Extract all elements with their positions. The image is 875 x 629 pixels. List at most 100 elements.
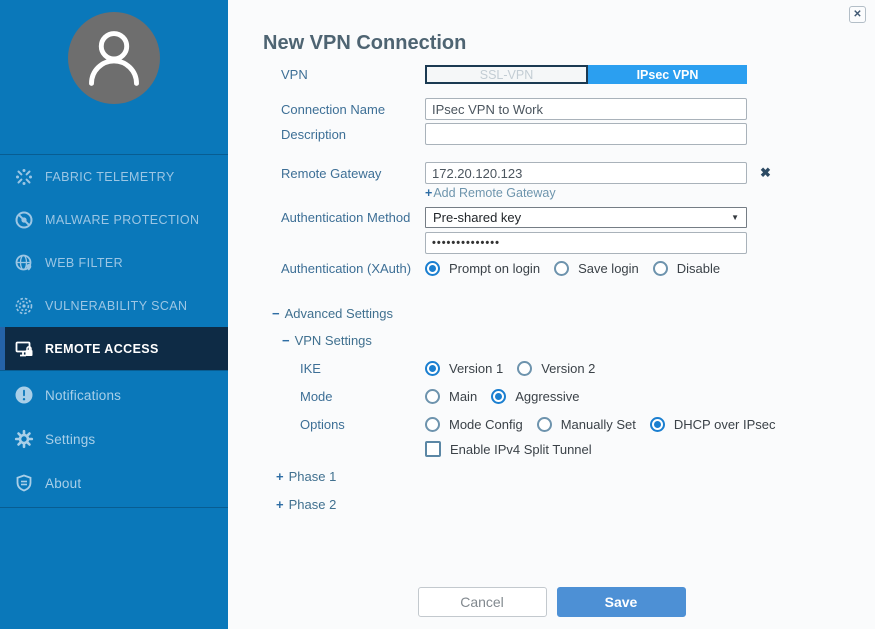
ike-label: IKE xyxy=(281,361,425,376)
radio-mode-config[interactable]: Mode Config xyxy=(425,417,523,432)
sidebar-item-label: VULNERABILITY SCAN xyxy=(45,299,187,313)
connection-name-input[interactable] xyxy=(425,98,747,120)
connection-name-label: Connection Name xyxy=(281,102,425,117)
sidebar-item-label: MALWARE PROTECTION xyxy=(45,213,199,227)
advanced-settings-label: Advanced Settings xyxy=(285,306,393,321)
description-label: Description xyxy=(281,127,425,142)
sidebar-item-malware-protection[interactable]: MALWARE PROTECTION xyxy=(0,198,228,241)
remote-gateway-label: Remote Gateway xyxy=(281,166,425,181)
radio-prompt-on-login[interactable]: Prompt on login xyxy=(425,261,540,276)
options-label: Options xyxy=(281,417,425,432)
add-remote-gateway-label: Add Remote Gateway xyxy=(433,186,555,200)
auth-method-select[interactable]: Pre-shared key ▼ xyxy=(425,207,747,228)
phase-2-expander[interactable]: + Phase 2 xyxy=(276,497,837,512)
pre-shared-key-row xyxy=(281,232,837,254)
sidebar-item-about[interactable]: About xyxy=(0,461,228,505)
split-tunnel-label: Enable IPv4 Split Tunnel xyxy=(450,442,592,457)
radio-ike-version-2[interactable]: Version 2 xyxy=(517,361,595,376)
vulnerability-scan-icon xyxy=(14,296,34,316)
sidebar-item-label: WEB FILTER xyxy=(45,256,123,270)
primary-nav: FABRIC TELEMETRY MALWARE PROTECTION xyxy=(0,155,228,370)
xauth-label: Authentication (XAuth) xyxy=(281,261,425,276)
radio-manually-set[interactable]: Manually Set xyxy=(537,417,636,432)
description-row: Description xyxy=(281,123,837,145)
mode-row: Mode Main Aggressive xyxy=(281,389,837,404)
sidebar-item-web-filter[interactable]: WEB FILTER xyxy=(0,241,228,284)
radio-dhcp-over-ipsec[interactable]: DHCP over IPsec xyxy=(650,417,776,432)
avatar[interactable] xyxy=(68,12,160,104)
sidebar: FABRIC TELEMETRY MALWARE PROTECTION xyxy=(0,0,228,629)
auth-method-row: Authentication Method Pre-shared key ▼ xyxy=(281,207,837,228)
pre-shared-key-input[interactable] xyxy=(425,232,747,254)
phase-2-label: Phase 2 xyxy=(289,497,337,512)
vpn-settings-label: VPN Settings xyxy=(295,333,372,348)
collapse-icon: − xyxy=(282,333,290,348)
options-row: Options Mode Config Manually Set DHCP ov… xyxy=(281,417,837,432)
save-button[interactable]: Save xyxy=(557,587,686,617)
sidebar-item-notifications[interactable]: Notifications xyxy=(0,373,228,417)
expand-icon: + xyxy=(276,497,284,512)
checkbox-icon xyxy=(425,441,441,457)
radio-selected-icon xyxy=(425,361,440,376)
radio-icon xyxy=(425,389,440,404)
description-input[interactable] xyxy=(425,123,747,145)
auth-method-label: Authentication Method xyxy=(281,210,425,225)
sidebar-item-label: FABRIC TELEMETRY xyxy=(45,170,175,184)
sidebar-item-label: Settings xyxy=(45,432,95,447)
chevron-down-icon: ▼ xyxy=(731,213,739,222)
radio-mode-main[interactable]: Main xyxy=(425,389,477,404)
ipsec-vpn-tab[interactable]: IPsec VPN xyxy=(588,65,747,84)
mode-label: Mode xyxy=(281,389,425,404)
radio-ike-version-1[interactable]: Version 1 xyxy=(425,361,503,376)
radio-icon xyxy=(425,417,440,432)
radio-save-login[interactable]: Save login xyxy=(554,261,639,276)
remote-access-icon xyxy=(14,339,34,359)
vpn-type-label: VPN xyxy=(281,67,425,82)
sidebar-item-label: Notifications xyxy=(45,388,121,403)
sidebar-item-remote-access[interactable]: REMOTE ACCESS xyxy=(0,327,228,370)
avatar-section xyxy=(0,0,228,155)
vpn-form: VPN SSL-VPN IPsec VPN Connection Name De… xyxy=(281,65,837,512)
shield-icon xyxy=(14,473,34,493)
vpn-type-row: VPN SSL-VPN IPsec VPN xyxy=(281,65,837,84)
connection-name-row: Connection Name xyxy=(281,98,837,120)
cancel-button[interactable]: Cancel xyxy=(418,587,547,617)
web-filter-icon xyxy=(14,253,34,273)
vpn-type-toggle: SSL-VPN IPsec VPN xyxy=(425,65,747,84)
sidebar-item-label: About xyxy=(45,476,81,491)
fabric-telemetry-icon xyxy=(14,167,34,187)
expand-icon: + xyxy=(276,469,284,484)
collapse-icon: − xyxy=(272,306,280,321)
forticlient-window: FABRIC TELEMETRY MALWARE PROTECTION xyxy=(0,0,875,629)
sidebar-item-fabric-telemetry[interactable]: FABRIC TELEMETRY xyxy=(0,155,228,198)
phase-1-expander[interactable]: + Phase 1 xyxy=(276,469,837,484)
ssl-vpn-tab[interactable]: SSL-VPN xyxy=(425,65,588,84)
radio-icon xyxy=(653,261,668,276)
plus-icon: + xyxy=(425,186,432,200)
radio-icon xyxy=(537,417,552,432)
advanced-settings-expander[interactable]: − Advanced Settings xyxy=(272,305,837,321)
main-panel: ✕ New VPN Connection VPN SSL-VPN IPsec V… xyxy=(228,0,875,629)
sidebar-item-settings[interactable]: Settings xyxy=(0,417,228,461)
close-icon[interactable]: ✕ xyxy=(849,6,866,23)
radio-mode-aggressive[interactable]: Aggressive xyxy=(491,389,579,404)
sidebar-item-vulnerability-scan[interactable]: VULNERABILITY SCAN xyxy=(0,284,228,327)
remove-gateway-icon[interactable]: ✖ xyxy=(760,165,771,181)
remote-gateway-input[interactable] xyxy=(425,162,747,184)
radio-icon xyxy=(554,261,569,276)
remote-gateway-row: Remote Gateway ✖ xyxy=(281,162,837,184)
radio-icon xyxy=(517,361,532,376)
page-title: New VPN Connection xyxy=(263,31,875,55)
sidebar-item-label: REMOTE ACCESS xyxy=(45,342,159,356)
xauth-row: Authentication (XAuth) Prompt on login S… xyxy=(281,261,837,276)
add-remote-gateway-link[interactable]: + Add Remote Gateway xyxy=(425,185,837,201)
radio-disable[interactable]: Disable xyxy=(653,261,720,276)
phase-1-label: Phase 1 xyxy=(289,469,337,484)
form-footer: Cancel Save xyxy=(228,587,875,617)
radio-selected-icon xyxy=(650,417,665,432)
split-tunnel-checkbox-group[interactable]: Enable IPv4 Split Tunnel xyxy=(425,441,592,457)
radio-selected-icon xyxy=(491,389,506,404)
vpn-settings-expander[interactable]: − VPN Settings xyxy=(282,332,837,348)
gear-icon xyxy=(14,429,34,449)
radio-selected-icon xyxy=(425,261,440,276)
